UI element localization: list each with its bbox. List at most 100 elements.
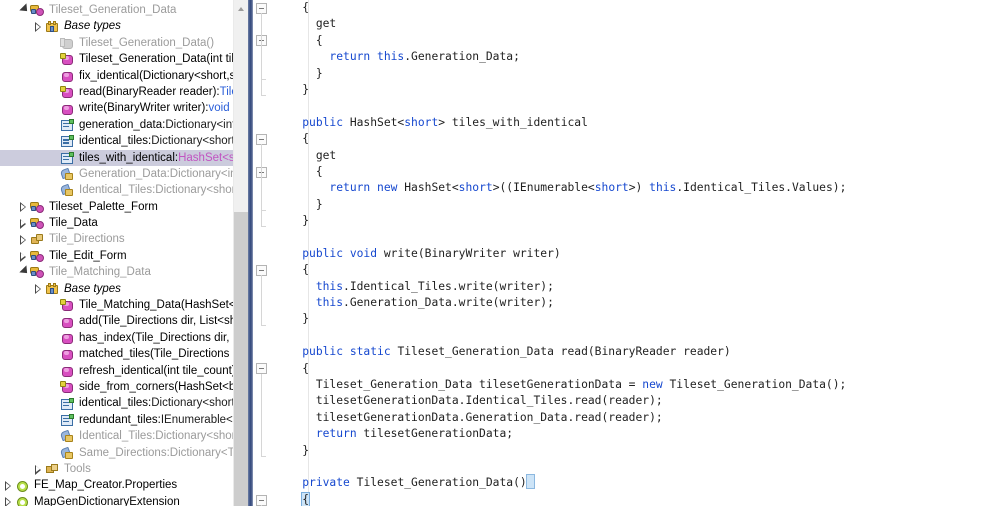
code-line[interactable]: Tileset_Generation_Data tilesetGeneratio… — [275, 377, 1000, 393]
code-line[interactable]: public static Tileset_Generation_Data re… — [275, 344, 1000, 360]
code-line[interactable]: this.Identical_Tiles.write(writer); — [275, 279, 1000, 295]
fold-collapse-icon[interactable] — [256, 264, 267, 276]
tree-item[interactable]: Tileset_Generation_Data(int tile_count, … — [0, 51, 248, 67]
expand-triangle-icon[interactable] — [19, 215, 30, 231]
scrollbar-thumb[interactable] — [234, 212, 248, 506]
code-line[interactable]: private Tileset_Generation_Data() — [275, 474, 1000, 491]
code-text-area[interactable]: { get { return this.Generation_Data; } }… — [275, 0, 1000, 506]
tree-item-label: Tileset_Generation_Data() — [79, 36, 215, 49]
tree-item-label: Base types — [64, 282, 121, 295]
tree-item-label: tiles_with_identical: — [79, 151, 179, 164]
tree-item[interactable]: read(BinaryReader reader):Tileset_Genera… — [0, 84, 248, 100]
scroll-up-arrow-icon[interactable] — [234, 0, 248, 17]
tree-item[interactable]: write(BinaryWriter writer): void — [0, 100, 248, 116]
code-line[interactable]: { — [275, 131, 1000, 147]
code-line[interactable]: } — [275, 82, 1000, 98]
tree-item[interactable]: Tileset_Generation_Data — [0, 2, 248, 18]
expand-triangle-icon[interactable] — [34, 461, 45, 477]
expand-triangle-icon[interactable] — [34, 281, 45, 297]
tree-item[interactable]: Tileset_Palette_Form — [0, 199, 248, 215]
code-line[interactable]: get — [275, 16, 1000, 32]
expand-triangle-icon[interactable] — [19, 232, 30, 248]
tree-item[interactable]: identical_tiles:Dictionary<short,short> — [0, 133, 248, 149]
method-icon — [60, 347, 76, 361]
code-line[interactable]: return tilesetGenerationData; — [275, 426, 1000, 442]
code-line[interactable]: public void write(BinaryWriter writer) — [275, 246, 1000, 262]
tree-item[interactable]: Tile_Directions — [0, 231, 248, 247]
tree-item[interactable]: Tools — [0, 461, 248, 477]
code-folding-margin[interactable] — [253, 0, 275, 506]
code-line[interactable]: { — [275, 491, 1000, 506]
tree-item[interactable]: FE_Map_Creator.Properties — [0, 477, 248, 493]
code-line[interactable]: { — [275, 262, 1000, 278]
tree-item[interactable]: Identical_Tiles:Dictionary<short,short> — [0, 428, 248, 444]
tree-item[interactable]: redundant_tiles:IEnumerable<short> — [0, 412, 248, 428]
tree-item[interactable]: Generation_Data:Dictionary<int,Tile_Data… — [0, 166, 248, 182]
tree-item[interactable]: side_from_corners(HashSet<byte> dirs):Ti… — [0, 379, 248, 395]
field-icon — [60, 397, 76, 411]
class-view-panel[interactable]: Tileset_Generation_Data Base types Tileset… — [0, 0, 248, 506]
code-line[interactable]: } — [275, 197, 1000, 213]
code-token: { — [315, 33, 323, 47]
tree-item[interactable]: fix_identical(Dictionary<short,short> id… — [0, 68, 248, 84]
code-line[interactable] — [275, 229, 1000, 245]
expand-triangle-icon[interactable] — [34, 19, 45, 35]
code-line[interactable]: { — [275, 33, 1000, 49]
expand-triangle-icon[interactable] — [4, 494, 15, 506]
tree-item[interactable]: add(Tile_Directions dir, List<short> sam… — [0, 313, 248, 329]
code-line[interactable]: tilesetGenerationData.Identical_Tiles.re… — [275, 393, 1000, 409]
tree-item[interactable]: Tile_Matching_Data — [0, 264, 248, 280]
tree-item[interactable]: Tile_Data — [0, 215, 248, 231]
tree-item[interactable]: matched_tiles(Tile_Directions dir, short… — [0, 346, 248, 362]
class-icon — [30, 249, 46, 263]
tree-item[interactable]: Base types — [0, 281, 248, 297]
fold-collapse-icon[interactable] — [256, 2, 267, 14]
fold-collapse-icon[interactable] — [256, 363, 267, 375]
collapse-triangle-icon[interactable] — [19, 264, 30, 280]
tree-item[interactable]: Tileset_Generation_Data() — [0, 35, 248, 51]
tree-item[interactable]: refresh_identical(int tile_count):void — [0, 363, 248, 379]
code-line[interactable]: } — [275, 443, 1000, 459]
code-line[interactable]: } — [275, 66, 1000, 82]
tree-item-label: side_from_corners(HashSet<byte> dirs): — [79, 380, 248, 393]
collapse-triangle-icon[interactable] — [19, 2, 30, 18]
code-line[interactable]: } — [275, 213, 1000, 229]
code-editor[interactable]: { get { return this.Generation_Data; } }… — [253, 0, 1000, 506]
tree-item-label: Tileset_Generation_Data(int tile_count, … — [79, 53, 248, 66]
tree-item[interactable]: has_index(Tile_Directions dir, int index… — [0, 330, 248, 346]
code-line[interactable]: { — [275, 164, 1000, 180]
code-line[interactable] — [275, 459, 1000, 475]
code-line[interactable]: { — [275, 0, 1000, 16]
selected-text[interactable]: { — [301, 491, 311, 506]
code-line[interactable]: tilesetGenerationData.Generation_Data.re… — [275, 410, 1000, 426]
code-line[interactable]: public HashSet<short> tiles_with_identic… — [275, 115, 1000, 131]
tree-item-type: void — [208, 102, 230, 115]
tree-item[interactable]: Tile_Matching_Data(HashSet<Tile_Directio… — [0, 297, 248, 313]
code-line[interactable]: { — [275, 361, 1000, 377]
code-line[interactable]: this.Generation_Data.write(writer); — [275, 295, 1000, 311]
code-line[interactable] — [275, 328, 1000, 344]
code-line[interactable]: } — [275, 311, 1000, 327]
class-view-tree[interactable]: Tileset_Generation_Data Base types Tileset… — [0, 0, 248, 506]
tree-item[interactable]: Identical_Tiles:Dictionary<short,short> — [0, 182, 248, 198]
tree-item[interactable]: Same_Directions:Dictionary<Tile_Directio… — [0, 445, 248, 461]
expand-triangle-icon[interactable] — [4, 478, 15, 494]
sidebar-vertical-scrollbar[interactable] — [233, 0, 248, 506]
tree-item[interactable]: Tile_Edit_Form — [0, 248, 248, 264]
tree-item[interactable]: MapGenDictionaryExtension — [0, 494, 248, 506]
expand-triangle-icon[interactable] — [19, 248, 30, 264]
expand-triangle-icon[interactable] — [19, 199, 30, 215]
tree-item[interactable]: tiles_with_identical:HashSet<short> — [0, 149, 248, 166]
tree-item-label: MapGenDictionaryExtension — [34, 495, 180, 506]
fold-collapse-icon[interactable] — [256, 494, 267, 506]
method-icon — [60, 331, 76, 345]
tree-item[interactable]: Base types — [0, 18, 248, 34]
code-line[interactable]: return new HashSet<short>((IEnumerable<s… — [275, 180, 1000, 196]
fold-collapse-icon[interactable] — [256, 133, 267, 145]
code-line[interactable]: return this.Generation_Data; — [275, 49, 1000, 65]
code-line[interactable] — [275, 98, 1000, 114]
code-line[interactable]: get — [275, 148, 1000, 164]
tree-item[interactable]: generation_data:Dictionary<int,Tile_Data… — [0, 117, 248, 133]
tree-item[interactable]: identical_tiles:Dictionary<short,short> — [0, 395, 248, 411]
